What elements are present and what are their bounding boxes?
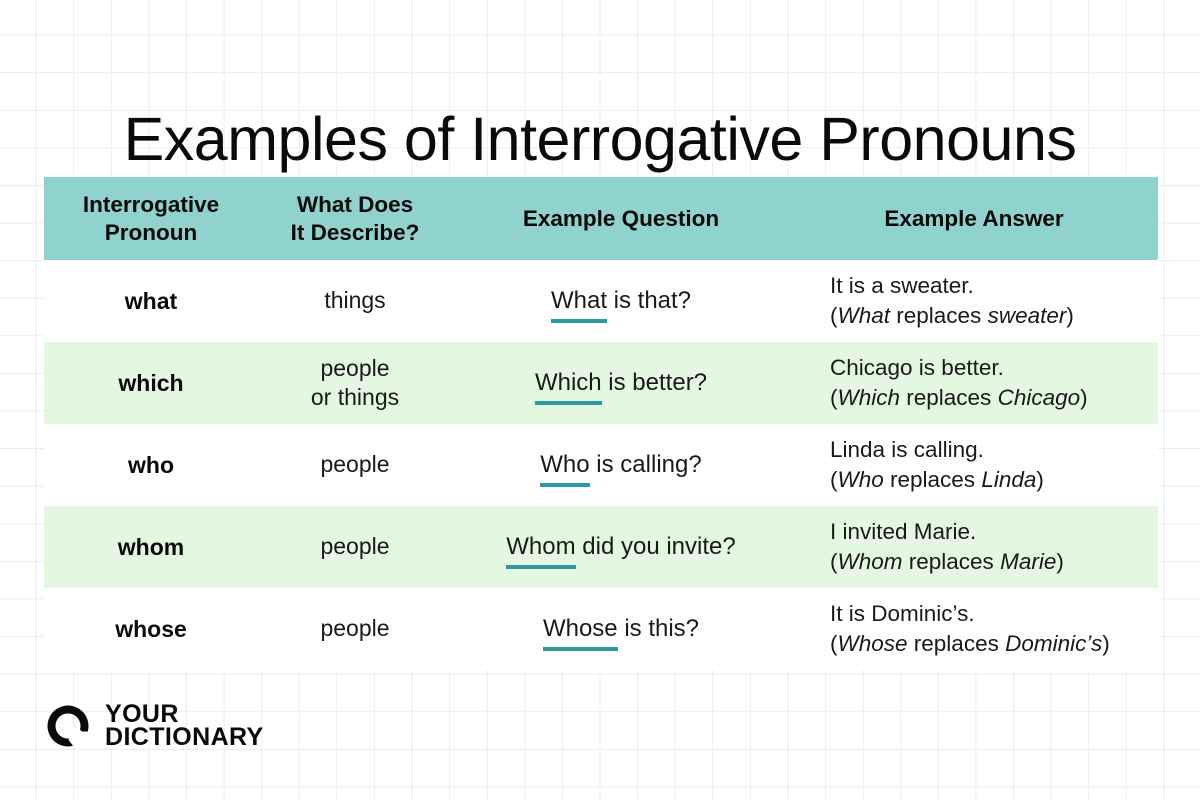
note-pronoun: Whose xyxy=(837,631,908,656)
note-close-paren: ) xyxy=(1080,385,1088,410)
cell-answer: Chicago is better. (Which replaces Chica… xyxy=(790,342,1158,424)
question-rest: is this? xyxy=(617,615,700,642)
header-line-1: Example Answer xyxy=(884,205,1064,231)
cell-pronoun: who xyxy=(44,424,258,506)
note-pronoun: What xyxy=(837,303,891,328)
cell-describe: things xyxy=(258,260,452,342)
answer-sentence: It is a sweater. xyxy=(830,273,974,299)
table-row: who people Who is calling? Linda is call… xyxy=(44,424,1158,506)
note-open-paren: ( xyxy=(830,385,838,410)
logo-wordmark: YOUR DICTIONARY xyxy=(105,701,264,751)
cell-pronoun: what xyxy=(44,260,258,342)
table-row: what things What is that? It is a sweate… xyxy=(44,260,1158,342)
note-verb: replaces xyxy=(883,467,982,492)
cell-answer: It is Dominic’s. (Whose replaces Dominic… xyxy=(790,588,1158,670)
cell-describe: people xyxy=(258,506,452,588)
question-keyword: Whom xyxy=(506,533,576,569)
column-header-interrogative-pronoun: Interrogative Pronoun xyxy=(44,177,258,260)
question-keyword: Whose xyxy=(542,615,618,651)
cell-question: Who is calling? xyxy=(452,424,790,506)
cell-describe: people xyxy=(258,588,452,670)
describe-line-1: things xyxy=(324,287,386,314)
note-pronoun: Which xyxy=(837,385,901,410)
cell-question: What is that? xyxy=(452,260,790,342)
note-verb: replaces xyxy=(900,385,998,410)
cell-answer: I invited Marie. (Whom replaces Marie) xyxy=(790,506,1158,588)
answer-sentence: Chicago is better. xyxy=(830,355,1004,381)
column-header-example-answer: Example Answer xyxy=(790,177,1158,260)
cell-describe: people or things xyxy=(258,342,452,424)
question-keyword: Who xyxy=(540,451,590,487)
cell-pronoun: whose xyxy=(44,588,258,670)
note-close-paren: ) xyxy=(1056,549,1064,574)
note-target: Dominic’s xyxy=(1005,631,1103,656)
note-target: Marie xyxy=(1000,549,1057,574)
cell-pronoun: which xyxy=(44,342,258,424)
answer-note: (Whose replaces Dominic’s) xyxy=(830,629,1158,659)
question-keyword: Which xyxy=(534,369,602,405)
note-close-paren: ) xyxy=(1102,631,1110,656)
question-rest: is better? xyxy=(601,369,708,396)
table-header-row: Interrogative Pronoun What Does It Descr… xyxy=(44,177,1158,260)
cell-describe: people xyxy=(258,424,452,506)
column-header-what-does-it-describe: What Does It Describe? xyxy=(258,177,452,260)
cell-question: Whom did you invite? xyxy=(452,506,790,588)
logo-word-dictionary: DICTIONARY xyxy=(105,723,264,751)
note-open-paren: ( xyxy=(830,467,838,492)
note-close-paren: ) xyxy=(1066,303,1074,328)
cell-question: Whose is this? xyxy=(452,588,790,670)
header-line-1: What Does xyxy=(296,192,414,218)
cell-question: Which is better? xyxy=(452,342,790,424)
yourdictionary-logo: YOUR DICTIONARY xyxy=(44,701,264,751)
note-open-paren: ( xyxy=(830,631,838,656)
answer-sentence: Linda is calling. xyxy=(830,437,984,463)
q-ring-logo-icon xyxy=(47,705,89,747)
column-header-example-question: Example Question xyxy=(452,177,790,260)
interrogative-pronouns-table: Interrogative Pronoun What Does It Descr… xyxy=(44,177,1158,670)
note-pronoun: Who xyxy=(837,467,884,492)
answer-note: (Who replaces Linda) xyxy=(830,465,1158,495)
header-line-1: Example Question xyxy=(522,205,720,231)
header-line-1: Interrogative xyxy=(82,192,220,218)
question-rest: is that? xyxy=(606,287,692,314)
answer-note: (What replaces sweater) xyxy=(830,301,1158,331)
question-rest: did you invite? xyxy=(575,533,736,560)
answer-note: (Which replaces Chicago) xyxy=(830,383,1158,413)
question-rest: is calling? xyxy=(589,451,702,478)
describe-line-1: people xyxy=(320,354,390,381)
note-open-paren: ( xyxy=(830,549,838,574)
note-pronoun: Whom xyxy=(837,549,903,574)
table-row: which people or things Which is better? … xyxy=(44,342,1158,424)
header-line-2: Pronoun xyxy=(104,219,198,245)
describe-line-2: or things xyxy=(310,384,400,410)
describe-line-1: people xyxy=(320,451,390,478)
note-verb: replaces xyxy=(907,631,1006,656)
cell-answer: It is a sweater. (What replaces sweater) xyxy=(790,260,1158,342)
note-close-paren: ) xyxy=(1036,467,1044,492)
table-row: whose people Whose is this? It is Domini… xyxy=(44,588,1158,670)
cell-pronoun: whom xyxy=(44,506,258,588)
note-open-paren: ( xyxy=(830,303,838,328)
describe-line-1: people xyxy=(320,533,390,560)
note-target: Linda xyxy=(981,467,1037,492)
table-row: whom people Whom did you invite? I invit… xyxy=(44,506,1158,588)
question-keyword: What xyxy=(550,287,607,323)
answer-note: (Whom replaces Marie) xyxy=(830,547,1158,577)
answer-sentence: I invited Marie. xyxy=(830,519,977,545)
note-target: sweater xyxy=(987,303,1067,328)
header-line-2: It Describe? xyxy=(290,219,420,245)
page-title: Examples of Interrogative Pronouns xyxy=(123,104,1077,173)
describe-line-1: people xyxy=(320,615,390,642)
note-verb: replaces xyxy=(902,549,1001,574)
answer-sentence: It is Dominic’s. xyxy=(830,601,975,627)
note-verb: replaces xyxy=(890,303,988,328)
infographic-page: Examples of Interrogative Pronouns Inter… xyxy=(0,0,1200,800)
cell-answer: Linda is calling. (Who replaces Linda) xyxy=(790,424,1158,506)
note-target: Chicago xyxy=(997,385,1081,410)
